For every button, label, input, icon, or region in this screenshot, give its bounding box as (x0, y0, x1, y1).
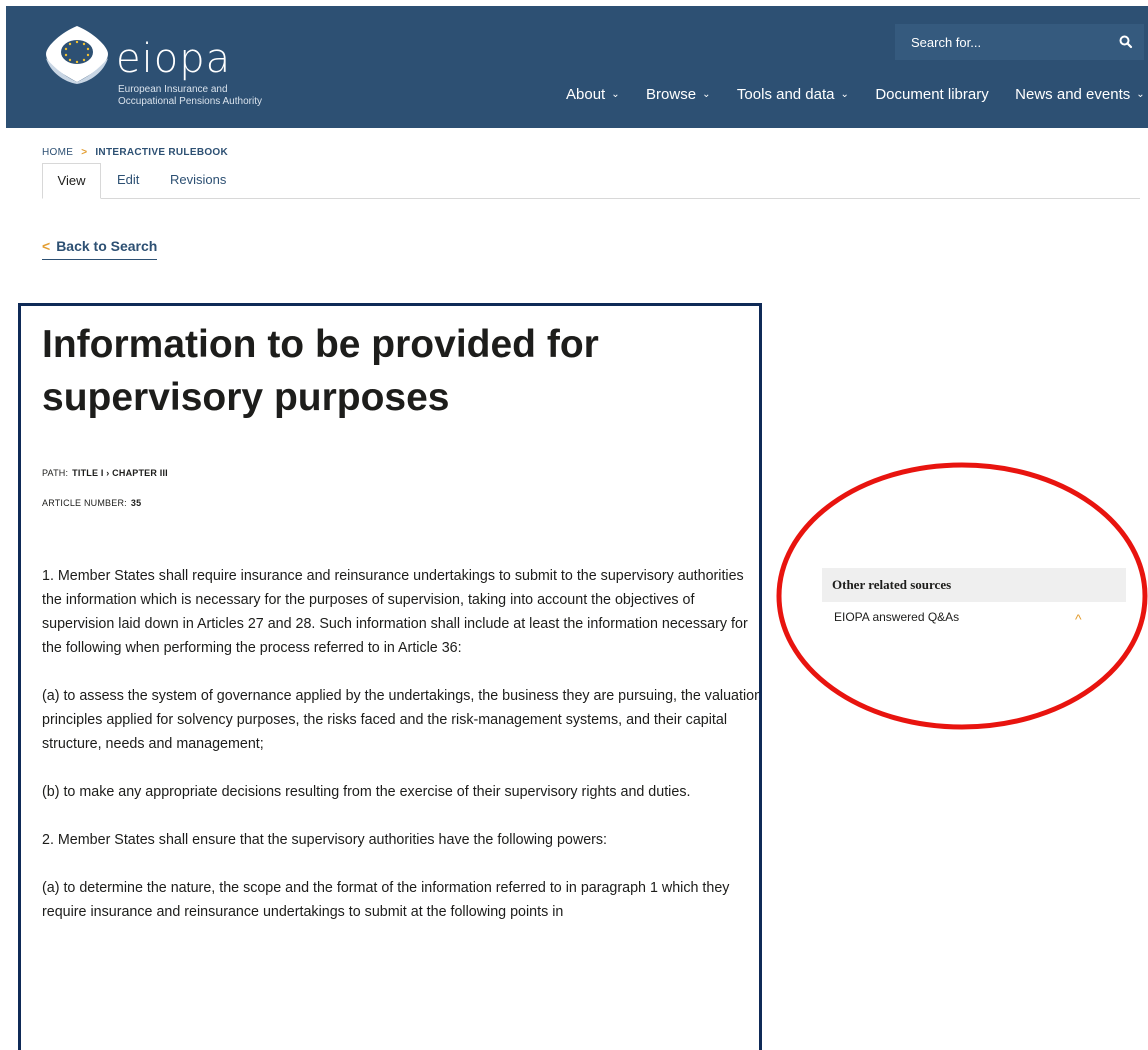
breadcrumb-current: INTERACTIVE RULEBOOK (95, 147, 229, 158)
related-sources-panel: Other related sources EIOPA answered Q&A… (822, 568, 1126, 632)
article-paragraph: (a) to assess the system of governance a… (42, 688, 762, 752)
back-to-search-link[interactable]: < Back to Search (42, 238, 158, 260)
logo-wordmark: eiopa (116, 36, 232, 82)
main-nav: About ⌄ Browse ⌄ Tools and data ⌄ Document … (566, 86, 1148, 106)
tab-edit[interactable]: Edit (117, 163, 139, 199)
article-paragraph: 2. Member States shall ensure that the s… (42, 832, 608, 848)
article-paragraph: (b) to make any appropriate decisions re… (42, 784, 691, 800)
page-tabs: View Edit Revisions (42, 163, 1140, 199)
search-icon[interactable] (1118, 34, 1134, 50)
breadcrumb: HOME > INTERACTIVE RULEBOOK (42, 147, 228, 158)
nav-label: Document library (875, 86, 989, 103)
article-panel: Information to be provided for superviso… (18, 303, 762, 1050)
nav-item-about[interactable]: About ⌄ (566, 86, 620, 103)
nav-label: About (566, 86, 606, 103)
nav-item-browse[interactable]: Browse ⌄ (646, 86, 710, 103)
chevron-down-icon: ⌄ (702, 89, 711, 100)
chevron-up-icon[interactable]: ^ (1075, 604, 1082, 634)
nav-label: News and events (1015, 86, 1131, 103)
tab-view[interactable]: View (42, 163, 101, 199)
nav-item-tools-and-data[interactable]: Tools and data ⌄ (737, 86, 849, 103)
nav-label: Browse (646, 86, 697, 103)
breadcrumb-separator-icon: > (81, 147, 88, 158)
related-item-label: EIOPA answered Q&As (834, 610, 960, 624)
logo-subtitle-line1: European Insurance and (118, 84, 228, 95)
related-item-eiopa-qas[interactable]: EIOPA answered Q&As ^ (822, 602, 1126, 632)
search-box (895, 24, 1144, 60)
chevron-left-icon: < (42, 238, 51, 254)
article-number: ARTICLE NUMBER: 35 (42, 498, 141, 508)
article-body: 1. Member States shall require insurance… (42, 564, 762, 948)
article-paragraph: (a) to determine the nature, the scope a… (42, 880, 730, 920)
article-paragraph: 1. Member States shall require insurance… (42, 568, 748, 656)
back-link-label: Back to Search (56, 238, 158, 254)
nav-item-document-library[interactable]: Document library (875, 86, 988, 103)
eu-stars-logo-icon (46, 26, 108, 84)
logo-subtitle: European Insurance and Occupational Pens… (118, 84, 318, 108)
article-path: PATH: TITLE I › CHAPTER III (42, 468, 168, 478)
search-input[interactable] (895, 24, 1105, 60)
article-number-label: ARTICLE NUMBER: (42, 498, 127, 508)
related-sources-heading: Other related sources (822, 568, 1126, 602)
eiopa-logo[interactable]: eiopa European Insurance and Occupationa… (42, 24, 282, 114)
logo-subtitle-line2: Occupational Pensions Authority (118, 96, 262, 107)
chevron-down-icon: ⌄ (840, 89, 849, 100)
site-header: eiopa European Insurance and Occupationa… (6, 6, 1148, 128)
tab-revisions[interactable]: Revisions (170, 163, 226, 199)
nav-label: Tools and data (736, 86, 835, 103)
chevron-down-icon: ⌄ (611, 89, 620, 100)
page-title: Information to be provided for superviso… (42, 323, 599, 419)
path-label: PATH: (42, 468, 69, 478)
path-value: TITLE I › CHAPTER III (72, 468, 168, 478)
chevron-down-icon: ⌄ (1136, 89, 1145, 100)
breadcrumb-home[interactable]: HOME (42, 147, 73, 158)
article-number-value: 35 (130, 498, 142, 508)
nav-item-news-and-events[interactable]: News and events ⌄ (1015, 86, 1144, 103)
